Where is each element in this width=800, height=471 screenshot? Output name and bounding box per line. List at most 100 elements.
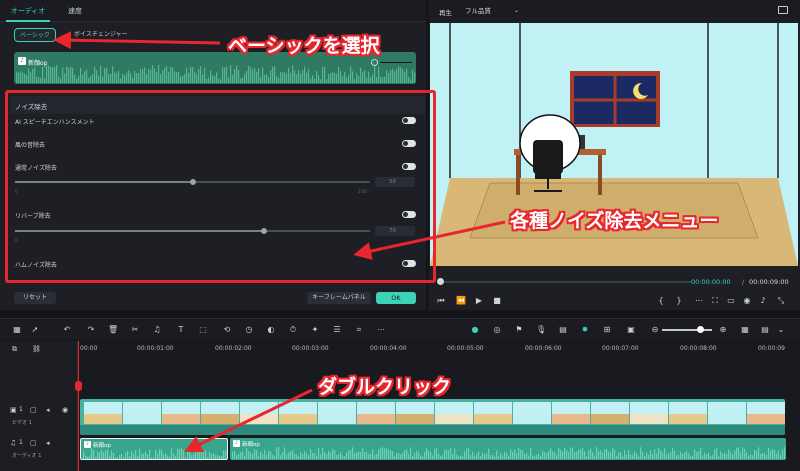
reverb-slider-knob[interactable] [260, 228, 267, 234]
video-track-number: 1 [19, 406, 23, 413]
timer-icon[interactable]: ⏱ [288, 325, 298, 335]
tab-basic[interactable]: ベーシック [14, 28, 56, 42]
normal-noise-toggle[interactable] [402, 163, 416, 170]
volume-icon[interactable]: ♪ [757, 296, 769, 306]
tab-audio[interactable]: オーディオ [6, 0, 50, 22]
subtitle-icon[interactable]: ▤ [558, 325, 568, 335]
mic-icon[interactable]: 🎙 [536, 325, 546, 335]
play-icon[interactable]: ▶ [473, 296, 485, 306]
video-clip[interactable] [80, 399, 785, 435]
video-thumbnail [435, 402, 473, 424]
video-folder-icon[interactable]: ▢ [30, 406, 37, 414]
music-note-icon: ♪ [18, 57, 26, 65]
step-back-icon[interactable]: ⏪ [455, 296, 467, 306]
annotation-noise-menu: 各種ノイズ除去メニュー [510, 210, 719, 232]
marker-icon[interactable]: ⚑ [514, 325, 524, 335]
keyframe-panel-button[interactable]: キーフレームパネル [307, 292, 371, 304]
monitor-icon[interactable]: ▭ [725, 296, 737, 306]
normal-noise-value[interactable]: 50 [375, 177, 415, 187]
track-headers: ⧉ ⛓ ▣ 1 ▢ ◂ ◉ ビデオ 1 ♫ 1 ▢ ◂ オーディオ 1 [0, 341, 78, 471]
video-thumbnail [84, 402, 122, 424]
speed-icon[interactable]: ◷ [244, 325, 254, 335]
audio-icon[interactable]: ♫ [152, 325, 162, 335]
split-icon[interactable]: ⋯ [693, 296, 705, 306]
clip-name: 新顔op [28, 60, 48, 67]
snapshot-icon[interactable] [778, 6, 788, 14]
ruler-label: 00:00 [80, 345, 98, 352]
noise-header[interactable]: ノイズ除去 [10, 96, 426, 114]
reverb-slider[interactable] [15, 228, 370, 234]
zoom-knob[interactable] [697, 326, 704, 333]
eye-icon[interactable]: ◉ [62, 406, 68, 414]
prev-frame-icon[interactable]: ⏮ [435, 296, 447, 306]
mark-in-icon[interactable]: { [655, 296, 667, 306]
layout-icon[interactable]: ▦ [12, 325, 22, 335]
time-ruler[interactable]: 00:00 00:00:01:00 00:00:02:00 00:00:03:0… [78, 341, 800, 357]
wind-toggle[interactable] [402, 140, 416, 147]
normal-noise-slider[interactable] [15, 179, 370, 185]
color-icon[interactable]: ◐ [266, 325, 276, 335]
zoom-in-icon[interactable]: ⊕ [718, 325, 728, 335]
preview-scrubber[interactable] [437, 278, 691, 285]
text-icon[interactable]: T [176, 325, 186, 335]
volume-handle[interactable] [371, 59, 378, 66]
video-thumbnail [630, 402, 668, 424]
tab-speed[interactable]: 速度 [68, 0, 82, 22]
add-track-icon[interactable]: ⧉ [12, 345, 17, 354]
reverb-value[interactable]: 70 [375, 226, 415, 236]
mask-icon[interactable]: ◎ [492, 325, 502, 335]
audio-lock-icon[interactable]: ◂ [46, 439, 50, 447]
crop-icon[interactable]: ⬚ [198, 325, 208, 335]
audio-folder-icon[interactable]: ▢ [30, 439, 37, 447]
effect-icon[interactable]: ✦ [310, 325, 320, 335]
stop-icon[interactable]: ■ [491, 296, 503, 306]
playhead[interactable] [78, 341, 79, 471]
view-icon[interactable]: ▦ [740, 325, 750, 335]
video-audio-icon[interactable]: ◂ [46, 406, 50, 414]
reverb-toggle[interactable] [402, 211, 416, 218]
tab-voice-changer[interactable]: ボイスチェンジャー [74, 28, 128, 42]
more-icon[interactable]: ⋯ [376, 325, 386, 335]
normal-noise-slider-knob[interactable] [189, 179, 196, 185]
camera-icon[interactable]: ◉ [741, 296, 753, 306]
hum-toggle[interactable] [402, 260, 416, 267]
ok-button[interactable]: OK [376, 292, 416, 304]
ai-speech-label: AI スピーチエンハンスメント [15, 119, 95, 126]
chevron-down-icon: ⌄ [513, 7, 519, 14]
panel-icon[interactable]: ▤ [760, 325, 770, 335]
audio-clip-name: 新顔op [93, 443, 111, 449]
adjust-icon[interactable]: ☰ [332, 325, 342, 335]
video-thumbnail [357, 402, 395, 424]
audio-clip-selected[interactable]: ♪ 新顔op [80, 438, 228, 460]
scrubber-knob[interactable] [437, 278, 444, 285]
playhead-handle[interactable] [75, 381, 82, 391]
resize-icon[interactable]: ⤡ [775, 296, 787, 306]
audio-track-number: 1 [19, 439, 23, 446]
transform-icon[interactable]: ⟲ [222, 325, 232, 335]
grid-icon[interactable]: ▣ [626, 325, 636, 335]
stabilize-icon[interactable]: ⌗ [354, 325, 364, 335]
link-icon[interactable]: ⛓ [32, 345, 41, 353]
preview-header: 再生 フル品質 ⌄ [429, 0, 800, 22]
video-thumbnail [318, 402, 356, 424]
video-thumbnail [279, 402, 317, 424]
reset-button[interactable]: リセット [14, 292, 56, 304]
select-icon[interactable]: ➚ [30, 325, 40, 335]
audio-clip-name: 新顔op [242, 442, 260, 448]
zoom-out-icon[interactable]: ⊖ [650, 325, 660, 335]
quality-dropdown[interactable]: フル品質 ⌄ [459, 5, 525, 17]
undo-icon[interactable]: ↶ [62, 325, 72, 335]
delete-icon[interactable]: 🗑 [108, 325, 118, 335]
mark-out-icon[interactable]: } [673, 296, 685, 306]
toolbar-chevron-down-icon[interactable]: ⌄ [776, 325, 786, 335]
ai-icon[interactable]: ✸ [580, 325, 590, 335]
redo-icon[interactable]: ↷ [86, 325, 96, 335]
render-icon[interactable]: ● [470, 325, 480, 335]
zoom-slider[interactable] [662, 326, 712, 333]
cut-icon[interactable]: ✂ [130, 325, 140, 335]
snap-icon[interactable]: ⊞ [602, 325, 612, 335]
audio-clip[interactable]: ♪ 新顔op [230, 438, 786, 460]
ai-speech-toggle[interactable] [402, 117, 416, 124]
normal-noise-label: 通常ノイズ除去 [15, 165, 57, 172]
fullscreen-icon[interactable]: ⛶ [709, 296, 721, 306]
